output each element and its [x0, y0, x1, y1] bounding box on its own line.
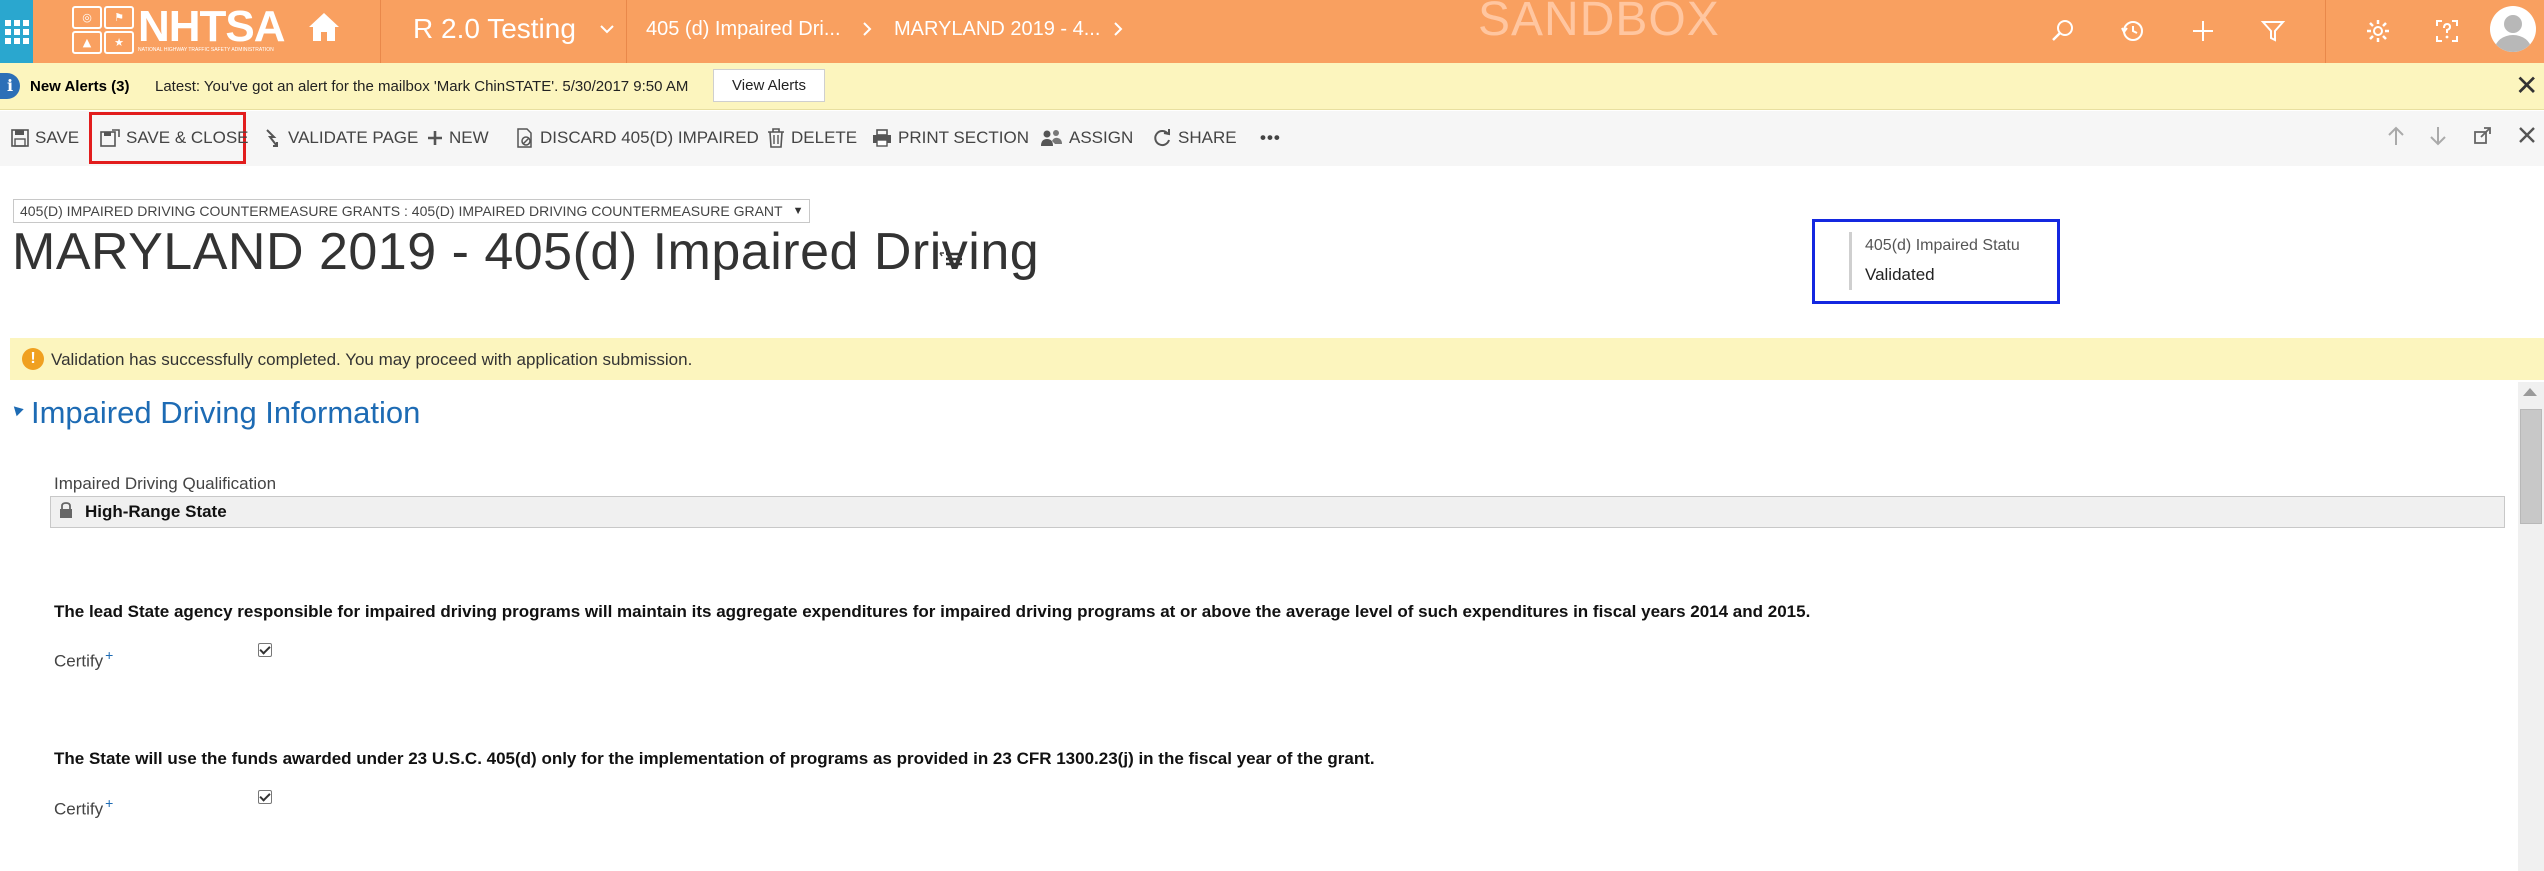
new-button[interactable]: NEW [427, 123, 489, 153]
waffle-icon [4, 19, 29, 44]
command-bar: SAVE SAVE & CLOSE VALIDATE PAGE NEW DISC… [0, 111, 2544, 166]
alert-count-title[interactable]: New Alerts (3) [30, 78, 129, 95]
history-icon[interactable] [2118, 16, 2148, 46]
save-label: SAVE [35, 128, 80, 147]
area-label: R 2.0 Testing [413, 13, 576, 44]
breadcrumb-entity-label: 405 (d) Impaired Dri... [646, 17, 841, 40]
filter-icon[interactable] [2258, 16, 2288, 46]
status-field-label: 405(d) Impaired Status [1865, 237, 2020, 254]
form-selector-label: 405(D) IMPAIRED DRIVING COUNTERMEASURE G… [20, 203, 783, 219]
share-icon [1154, 129, 1170, 147]
more-commands-button[interactable]: ••• [1260, 123, 1281, 153]
save-icon [11, 129, 29, 147]
previous-record-icon[interactable] [2386, 125, 2406, 153]
certify-2-text: Certify [54, 799, 104, 819]
save-button[interactable]: SAVE [11, 123, 79, 153]
logo-wordmark: NHTSA [138, 2, 286, 51]
gear-icon[interactable] [2363, 16, 2393, 46]
certify-2-label: Certify + [54, 795, 113, 820]
chevron-right-icon [862, 0, 872, 58]
user-avatar[interactable] [2490, 6, 2536, 52]
popout-icon[interactable] [2473, 125, 2493, 151]
warning-icon: ! [22, 348, 44, 370]
plus-icon [428, 131, 442, 145]
qualification-label: Impaired Driving Qualification [54, 474, 277, 493]
delete-button[interactable]: DELETE [767, 123, 857, 153]
next-record-icon[interactable] [2428, 125, 2448, 153]
nhtsa-logo[interactable]: ◎ ⚑ ▲ ★ NHTSA NATIONAL HIGHWAY TRAFFIC SAFE… [72, 2, 286, 56]
chevron-down-icon [600, 25, 614, 34]
status-divider [1849, 232, 1852, 290]
app-launcher-button[interactable] [0, 0, 33, 63]
close-icon[interactable] [2517, 125, 2537, 151]
environment-watermark: SANDBOX [1478, 0, 1720, 46]
statement-2: The State will use the funds awarded und… [54, 749, 1375, 768]
assign-label: ASSIGN [1069, 128, 1134, 147]
help-icon[interactable] [2432, 16, 2462, 46]
printer-icon [873, 129, 891, 147]
collapse-section-icon[interactable] [10, 402, 24, 417]
delete-label: DELETE [791, 128, 858, 147]
qualification-field: High-Range State [50, 496, 2505, 528]
validation-notification: ! Validation has successfully completed.… [10, 338, 2544, 380]
assign-icon [1041, 130, 1062, 146]
view-alerts-button[interactable]: View Alerts [713, 69, 825, 102]
section-title[interactable]: Impaired Driving Information [31, 395, 420, 431]
certify-1-checkbox[interactable] [258, 643, 272, 657]
status-field-value[interactable]: Validated [1865, 265, 1935, 285]
page-title: MARYLAND 2019 - 405(d) Impaired Driving [12, 223, 1040, 281]
validate-label: VALIDATE PAGE [288, 128, 419, 147]
lock-icon [60, 502, 72, 518]
scroll-up-arrow[interactable] [2523, 388, 2537, 396]
share-label: SHARE [1178, 128, 1237, 147]
save-and-close-button[interactable]: SAVE & CLOSE [100, 123, 249, 153]
breadcrumb-record[interactable]: MARYLAND 2019 - 4... [894, 0, 1100, 58]
alert-latest-message: Latest: You've got an alert for the mail… [155, 78, 689, 95]
info-icon: i [0, 73, 20, 99]
statement-1: The lead State agency responsible for im… [54, 602, 1811, 621]
plus-icon[interactable] [2188, 16, 2218, 46]
scrollbar-thumb[interactable] [2520, 409, 2542, 524]
home-icon[interactable] [306, 10, 342, 44]
discard-icon [517, 128, 532, 148]
discard-label: DISCARD 405(D) IMPAIRED [540, 128, 759, 147]
required-indicator: + [105, 795, 114, 811]
certify-2-checkbox[interactable] [258, 790, 272, 804]
certify-1-text: Certify [54, 651, 104, 671]
record-menu-icon[interactable] [938, 250, 964, 268]
close-icon[interactable]: ✕ [2515, 71, 2538, 101]
save-close-label: SAVE & CLOSE [126, 128, 249, 147]
certify-1-label: Certify + [54, 647, 113, 672]
validate-icon [266, 129, 278, 147]
validate-page-button[interactable]: VALIDATE PAGE [264, 123, 418, 153]
top-navigation-bar: ◎ ⚑ ▲ ★ NHTSA NATIONAL HIGHWAY TRAFFIC SAFE… [0, 0, 2544, 63]
new-label: NEW [449, 128, 489, 147]
search-icon[interactable] [2048, 16, 2078, 46]
print-label: PRINT SECTION [898, 128, 1029, 147]
logo-subtitle: NATIONAL HIGHWAY TRAFFIC SAFETY ADMINIST… [138, 47, 274, 53]
qualification-value: High-Range State [85, 502, 227, 521]
breadcrumb-entity[interactable]: 405 (d) Impaired Dri... [646, 0, 841, 58]
alert-bar: i New Alerts (3) Latest: You've got an a… [0, 63, 2544, 110]
share-button[interactable]: SHARE [1152, 123, 1237, 153]
breadcrumb-record-label: MARYLAND 2019 - 4... [894, 17, 1101, 40]
save-close-icon [100, 129, 120, 147]
trash-icon [768, 128, 784, 148]
chevron-right-icon[interactable] [1113, 0, 1123, 58]
logo-emblem: ◎ ⚑ ▲ ★ [72, 6, 134, 54]
assign-button[interactable]: ASSIGN [1041, 123, 1133, 153]
required-indicator: + [105, 647, 114, 663]
discard-button[interactable]: DISCARD 405(D) IMPAIRED [516, 123, 759, 153]
caret-down-icon: ▼ [792, 205, 804, 217]
notification-text: Validation has successfully completed. Y… [51, 350, 693, 369]
form-selector[interactable]: 405(D) IMPAIRED DRIVING COUNTERMEASURE G… [13, 199, 811, 223]
area-selector[interactable]: R 2.0 Testing [413, 0, 614, 58]
print-section-button[interactable]: PRINT SECTION [872, 123, 1029, 153]
